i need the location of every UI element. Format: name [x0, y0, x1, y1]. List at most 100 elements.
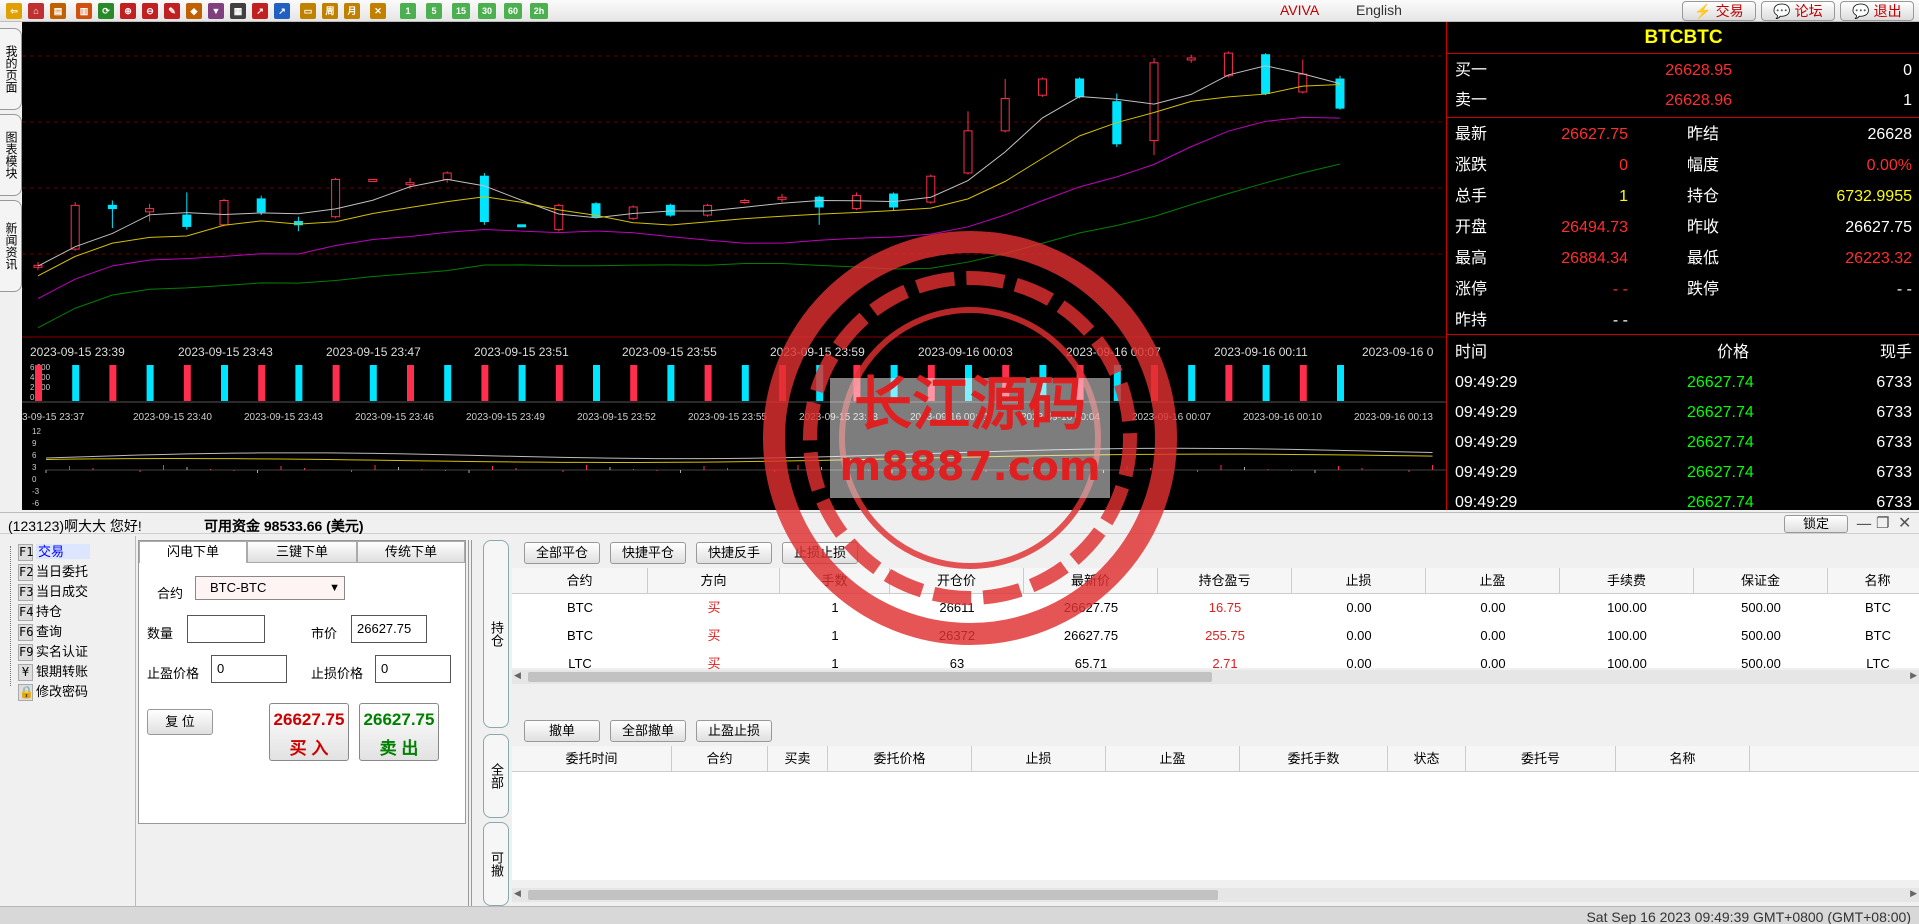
- period-button-60[interactable]: 60: [504, 3, 522, 19]
- bid-row: 买一 26628.95 0: [1447, 56, 1919, 86]
- table-row[interactable]: BTC 买 1 26611 26627.75 16.75 0.00 0.00 100.00 500…: [512, 594, 1919, 622]
- nav-item-1[interactable]: F2 当日委托: [18, 562, 88, 581]
- splitter[interactable]: [468, 540, 472, 906]
- maximize-icon[interactable]: ❐: [1876, 514, 1889, 532]
- period-button-15[interactable]: 15: [452, 3, 470, 19]
- time-axis-label: 2023-09-15 23:43: [178, 345, 273, 359]
- nav-tree: F1 交易 F2 当日委托 F3 当日成交 F4 持仓 F6 查询 F9 实名认证 ¥ 银期转账 🔒 修改密码: [0, 536, 136, 906]
- quantity-input[interactable]: [187, 615, 265, 643]
- filter-icon[interactable]: ▼: [208, 3, 224, 19]
- back-arrow-icon[interactable]: ⇦: [6, 3, 22, 19]
- nav-item-5[interactable]: F9 实名认证: [18, 642, 88, 661]
- tab-chart-module[interactable]: 图表模块: [0, 114, 22, 196]
- scroll-left-icon[interactable]: ◀: [514, 670, 521, 681]
- pen-icon[interactable]: ✎: [164, 3, 180, 19]
- stat-value: 26884.34: [1561, 250, 1628, 267]
- paint-icon[interactable]: ◆: [186, 3, 202, 19]
- reset-button[interactable]: 复 位: [147, 709, 213, 735]
- scroll-thumb[interactable]: [528, 890, 1218, 900]
- scroll-thumb[interactable]: [528, 672, 1212, 682]
- nav-item-0[interactable]: F1 交易: [18, 542, 91, 561]
- close-all-button[interactable]: 全部平仓: [524, 542, 600, 564]
- tab-flash-order[interactable]: 闪电下单: [139, 541, 247, 563]
- trade-button[interactable]: ⚡ 交易: [1682, 1, 1756, 21]
- tab-three-key-order[interactable]: 三键下单: [247, 541, 357, 563]
- column-header[interactable]: 委托手数: [1240, 746, 1388, 772]
- column-header[interactable]: 合约: [672, 746, 768, 772]
- column-header[interactable]: 止盈: [1106, 746, 1240, 772]
- close-icon[interactable]: ✕: [1898, 513, 1911, 532]
- zoom-in-icon[interactable]: ⊕: [120, 3, 136, 19]
- column-header[interactable]: 买卖: [768, 746, 828, 772]
- scroll-right-icon[interactable]: ▶: [1910, 888, 1917, 899]
- week-icon[interactable]: 周: [322, 3, 338, 19]
- column-header[interactable]: 委托时间: [512, 746, 672, 772]
- column-header[interactable]: 名称: [1828, 568, 1919, 594]
- lock-button[interactable]: 锁定: [1784, 515, 1848, 533]
- tab-all[interactable]: 全部: [483, 734, 509, 818]
- folder-icon[interactable]: ▤: [50, 3, 66, 19]
- column-header[interactable]: 保证金: [1694, 568, 1828, 594]
- period-button-5[interactable]: 5: [426, 3, 442, 19]
- table-cell: BTC: [1865, 600, 1891, 615]
- column-header[interactable]: 状态: [1388, 746, 1466, 772]
- column-header[interactable]: 止损: [1292, 568, 1426, 594]
- month-icon[interactable]: 月: [344, 3, 360, 19]
- cancel-all-button[interactable]: 全部撤单: [610, 720, 686, 742]
- language-link[interactable]: English: [1356, 2, 1402, 18]
- nav-item-2[interactable]: F3 当日成交: [18, 582, 88, 601]
- scroll-left-icon[interactable]: ◀: [514, 888, 521, 899]
- tab-traditional-order[interactable]: 传统下单: [357, 541, 465, 563]
- trend-icon[interactable]: ↗: [274, 3, 290, 19]
- exit-button[interactable]: 💬 退出: [1840, 1, 1914, 21]
- nav-label: 当日委托: [36, 564, 89, 579]
- scroll-right-icon[interactable]: ▶: [1910, 670, 1917, 681]
- table-row[interactable]: BTC 买 1 26372 26627.75 255.75 0.00 0.00 100.00 50…: [512, 622, 1919, 650]
- tp-sl-button[interactable]: 止盈止损: [696, 720, 772, 742]
- indicator-axis-label: 12: [32, 427, 41, 436]
- column-header[interactable]: 委托号: [1466, 746, 1616, 772]
- nav-item-3[interactable]: F4 持仓: [18, 602, 62, 621]
- tab-news[interactable]: 新闻资讯: [0, 200, 22, 292]
- refresh-icon[interactable]: ⟳: [98, 3, 114, 19]
- column-header[interactable]: 委托价格: [828, 746, 972, 772]
- column-header[interactable]: 名称: [1616, 746, 1750, 772]
- order-form: 闪电下单 三键下单 传统下单 合约 BTC-BTC ▼ 数量 市价 26627.…: [138, 540, 466, 824]
- nav-item-6[interactable]: ¥ 银期转账: [18, 662, 88, 681]
- forum-button[interactable]: 💬 论坛: [1761, 1, 1835, 21]
- quick-close-button[interactable]: 快捷平仓: [610, 542, 686, 564]
- column-header[interactable]: 止损: [972, 746, 1106, 772]
- column-header[interactable]: 手续费: [1560, 568, 1694, 594]
- nav-item-7[interactable]: 🔒 修改密码: [18, 682, 88, 701]
- take-profit-input[interactable]: 0: [211, 655, 287, 683]
- sell-button[interactable]: 26627.75 卖 出: [359, 703, 439, 761]
- table-icon[interactable]: ▦: [230, 3, 246, 19]
- tab-cancelable[interactable]: 可撤: [483, 822, 509, 906]
- positions-scrollbar[interactable]: ◀ ▶: [512, 670, 1919, 684]
- period-button-30[interactable]: 30: [478, 3, 496, 19]
- contract-select[interactable]: BTC-BTC ▼: [195, 576, 345, 600]
- line-chart-icon[interactable]: ↗: [252, 3, 268, 19]
- kline-chart[interactable]: 2023-09-15 23:39 2023-09-15 23:43 2023-09-…: [22, 22, 1446, 510]
- nav-item-4[interactable]: F6 查询: [18, 622, 62, 641]
- column-header[interactable]: 合约: [512, 568, 648, 594]
- orders-scrollbar[interactable]: ◀ ▶: [512, 888, 1919, 902]
- buy-button[interactable]: 26627.75 买 入: [269, 703, 349, 761]
- period-button-1[interactable]: 1: [400, 3, 416, 19]
- cancel-order-button[interactable]: 撤单: [524, 720, 600, 742]
- zoom-out-icon[interactable]: ⊖: [142, 3, 158, 19]
- time-axis-label: 2023-09-16 0: [1362, 345, 1434, 359]
- quote-stat-row: 涨跌 0 幅度 0.00%: [1447, 151, 1919, 181]
- book-icon[interactable]: ▥: [76, 3, 92, 19]
- period-button-2h[interactable]: 2h: [530, 3, 548, 19]
- column-header[interactable]: 止盈: [1426, 568, 1560, 594]
- time-axis-label: 2023-09-16 00:11: [1214, 345, 1308, 359]
- minimize-icon[interactable]: —: [1856, 514, 1872, 533]
- tab-positions[interactable]: 持仓: [483, 540, 509, 728]
- day-icon[interactable]: ▭: [300, 3, 316, 19]
- stop-loss-input[interactable]: 0: [375, 655, 451, 683]
- tab-my-page[interactable]: 我的页面: [0, 28, 22, 110]
- market-price-input[interactable]: 26627.75: [351, 615, 427, 643]
- close-x-icon[interactable]: ✕: [370, 3, 386, 19]
- home-icon[interactable]: ⌂: [28, 3, 44, 19]
